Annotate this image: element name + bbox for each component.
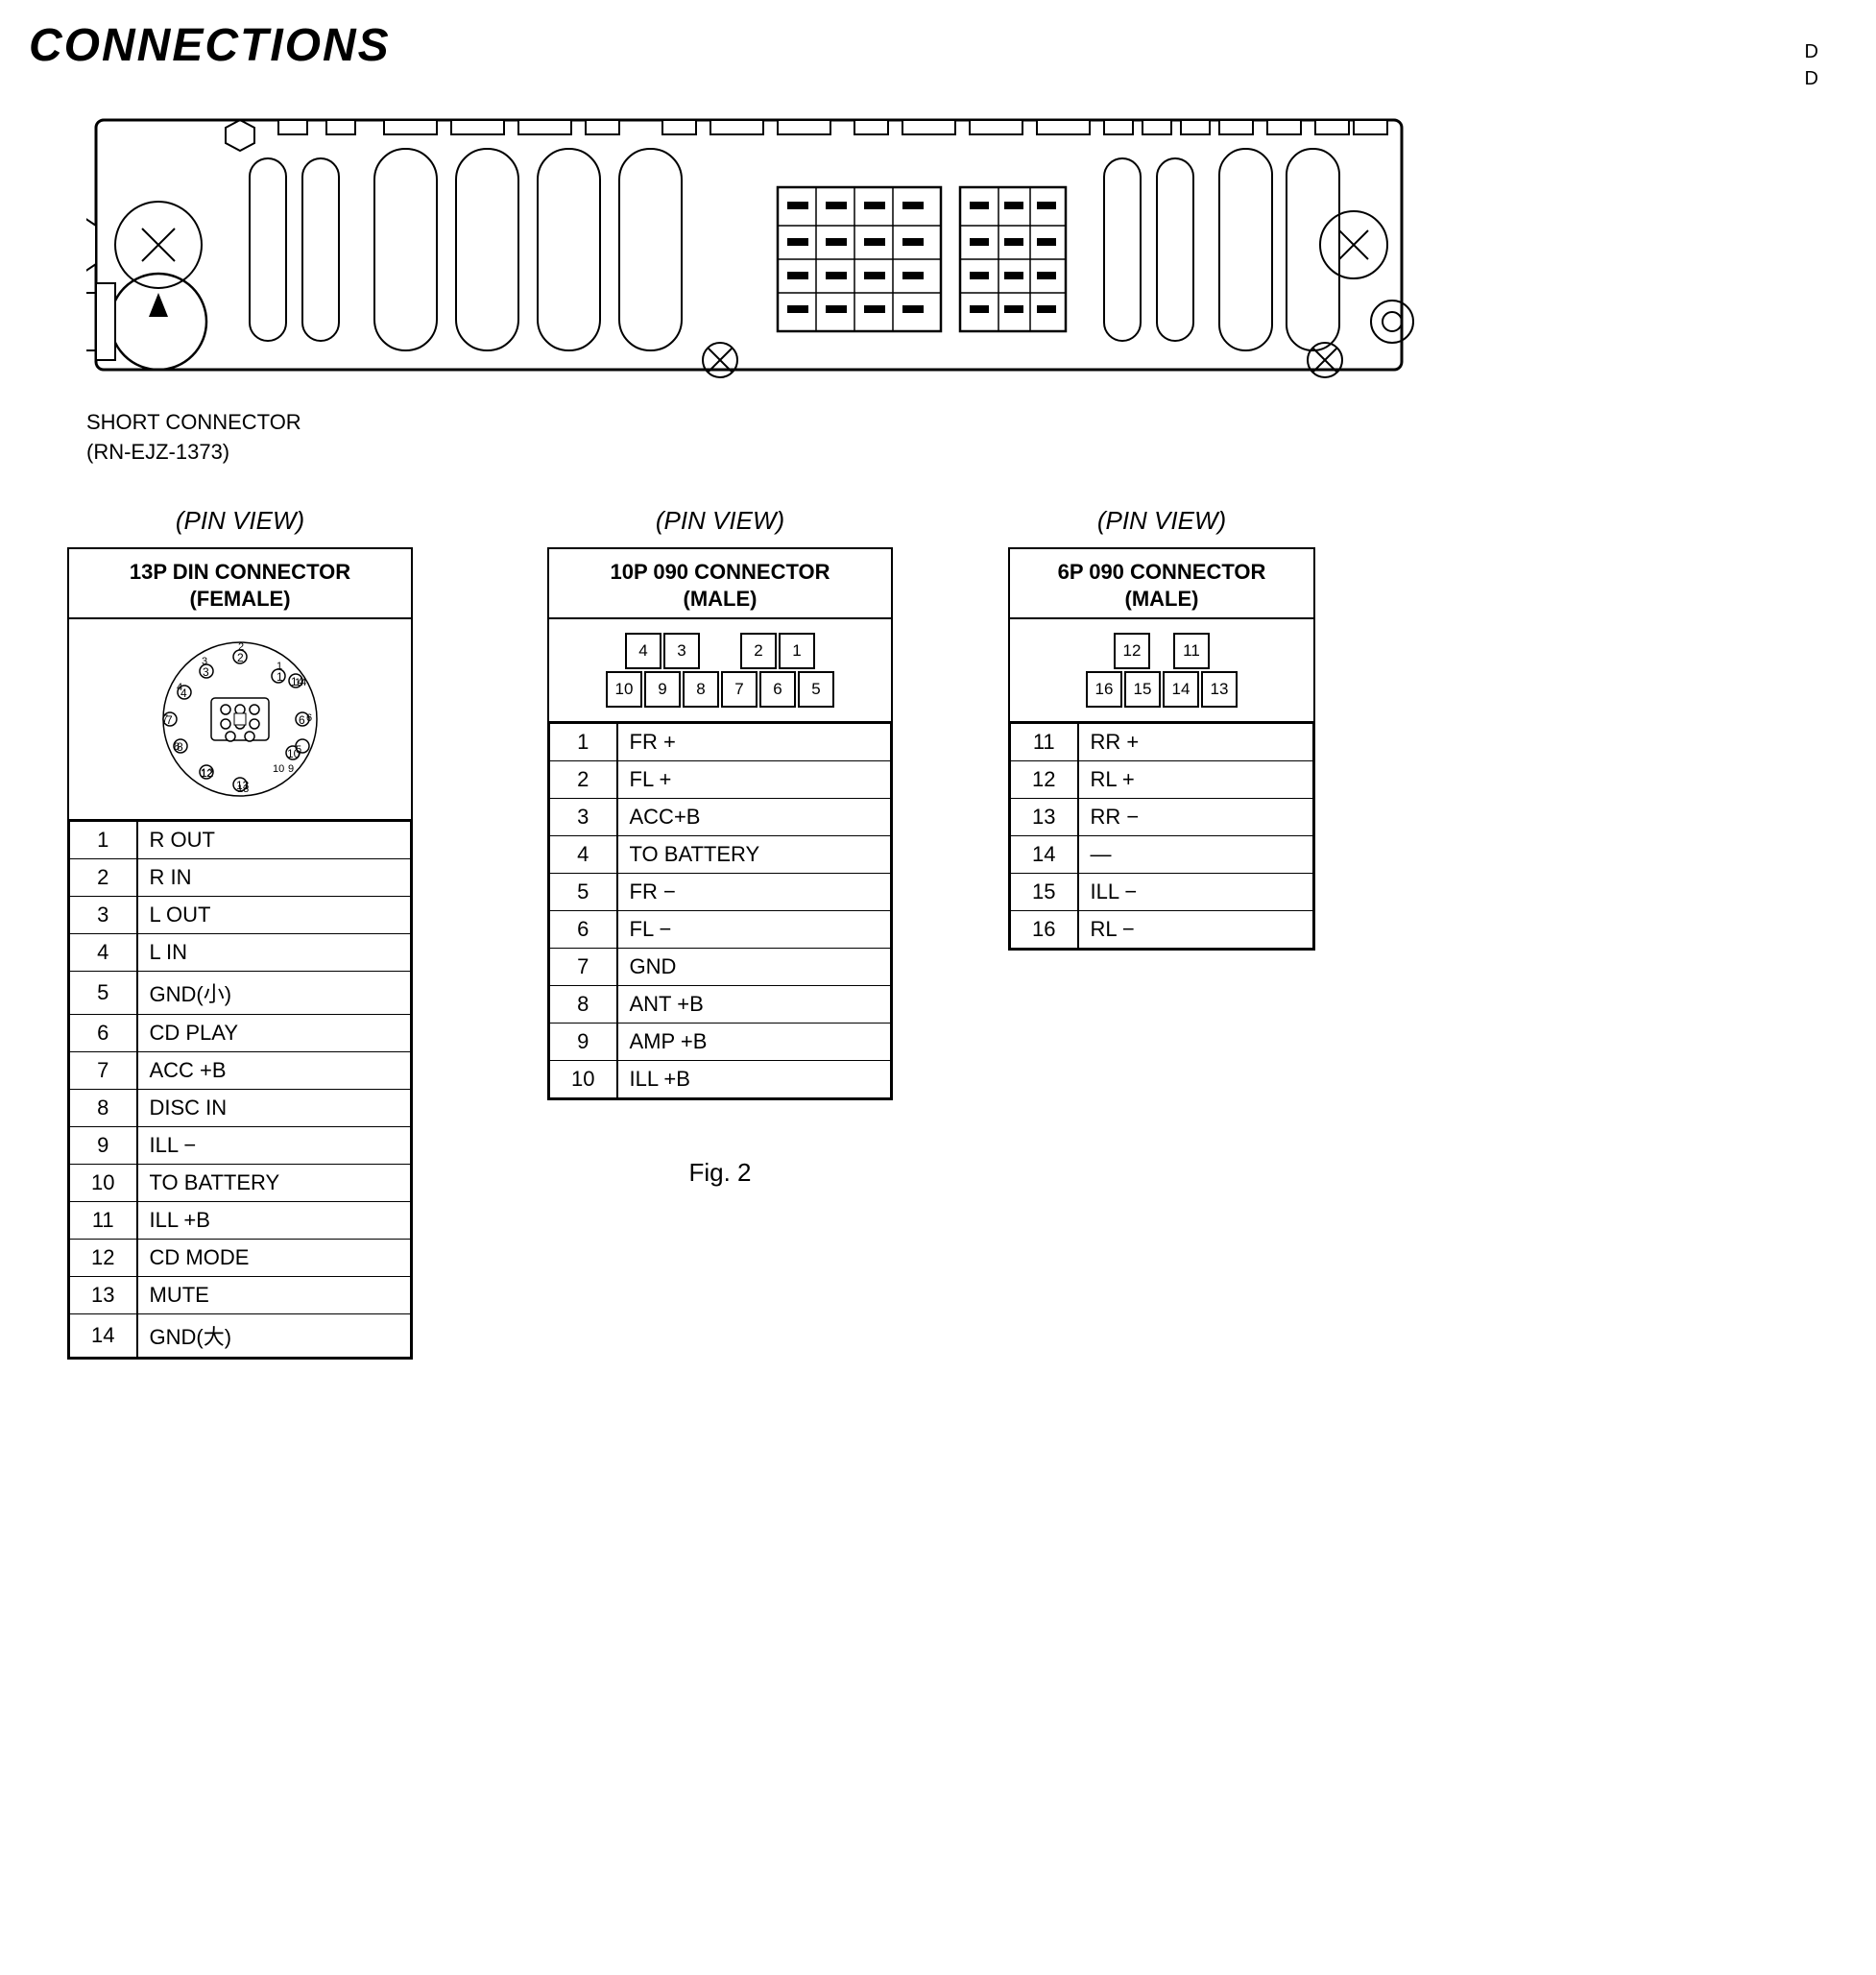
svg-text:14: 14 xyxy=(295,677,306,688)
table-row: 13MUTE xyxy=(70,1276,411,1313)
pin-cell: 10 xyxy=(606,671,642,708)
table-row: 10ILL +B xyxy=(550,1060,891,1097)
table-row: 13RR − xyxy=(1011,798,1313,835)
table-row: 3L OUT xyxy=(70,896,411,933)
pin-table-13p: 1R OUT 2R IN 3L OUT 4L IN 5GND(小) 6CD PL… xyxy=(69,821,411,1358)
svg-text:12: 12 xyxy=(201,768,212,780)
ten-p-pin-diagram: 4 3 2 1 10 9 8 7 6 5 xyxy=(606,633,834,708)
pin-cell: 16 xyxy=(1086,671,1122,708)
svg-text:1: 1 xyxy=(277,670,283,684)
svg-text:5: 5 xyxy=(296,744,301,756)
table-row: 6FL − xyxy=(550,910,891,948)
pin-tables-row: (PIN VIEW) 13P DIN CONNECTOR(FEMALE) 1 2 xyxy=(29,506,1847,1360)
connector-diagram-10p: 4 3 2 1 10 9 8 7 6 5 xyxy=(549,619,891,723)
pin-view-label-6p: (PIN VIEW) xyxy=(1097,506,1226,536)
top-right-note: DD xyxy=(1805,38,1818,92)
pin-cell: 7 xyxy=(721,671,758,708)
pin-cell: 4 xyxy=(625,633,661,669)
table-row: 8DISC IN xyxy=(70,1089,411,1126)
table-row: 7ACC +B xyxy=(70,1051,411,1089)
pin-cell: 2 xyxy=(740,633,777,669)
svg-text:6: 6 xyxy=(306,712,312,724)
table-row: 16RL − xyxy=(1011,910,1313,948)
pin-cell: 11 xyxy=(1173,633,1210,669)
pin-table-6p: 11RR + 12RL + 13RR − 14— 15ILL − 16RL − xyxy=(1010,723,1313,949)
pin-section-10p: (PIN VIEW) 10P 090 CONNECTOR(MALE) 4 3 2… xyxy=(547,506,893,1188)
connector-title-6p: 6P 090 CONNECTOR(MALE) xyxy=(1010,549,1313,619)
pin-cell: 14 xyxy=(1163,671,1199,708)
svg-text:13: 13 xyxy=(237,783,249,795)
connector-box-10p: 10P 090 CONNECTOR(MALE) 4 3 2 1 10 9 xyxy=(547,547,893,1100)
table-row: 5GND(小) xyxy=(70,971,411,1014)
table-row: 9ILL − xyxy=(70,1126,411,1164)
table-row: 14— xyxy=(1011,835,1313,873)
svg-text:2: 2 xyxy=(237,651,244,664)
table-row: 6CD PLAY xyxy=(70,1014,411,1051)
pin-cell: 5 xyxy=(798,671,834,708)
fig-label: Fig. 2 xyxy=(688,1158,751,1188)
svg-text:2: 2 xyxy=(238,641,244,653)
pin-cell: 15 xyxy=(1124,671,1161,708)
pin-section-6p: (PIN VIEW) 6P 090 CONNECTOR(MALE) 12 11 … xyxy=(1008,506,1315,951)
pin-view-label-10p: (PIN VIEW) xyxy=(656,506,784,536)
pin-cell: 9 xyxy=(644,671,681,708)
connector-box-6p: 6P 090 CONNECTOR(MALE) 12 11 16 15 14 13 xyxy=(1008,547,1315,951)
page-title: CONNECTIONS xyxy=(29,19,1847,72)
connector-title-10p: 10P 090 CONNECTOR(MALE) xyxy=(549,549,891,619)
six-p-pin-diagram: 12 11 16 15 14 13 xyxy=(1086,633,1238,708)
pin-view-label-13p: (PIN VIEW) xyxy=(176,506,304,536)
table-row: 11ILL +B xyxy=(70,1201,411,1239)
pin-section-13p: (PIN VIEW) 13P DIN CONNECTOR(FEMALE) 1 2 xyxy=(67,506,413,1360)
svg-text:10: 10 xyxy=(273,763,284,775)
pin-cell: 6 xyxy=(759,671,796,708)
table-row: 12RL + xyxy=(1011,760,1313,798)
table-row: 5FR − xyxy=(550,873,891,910)
table-row: 4TO BATTERY xyxy=(550,835,891,873)
table-row: 1R OUT xyxy=(70,821,411,858)
pin-cell xyxy=(1152,633,1171,669)
table-row: 11RR + xyxy=(1011,723,1313,760)
table-row: 4L IN xyxy=(70,933,411,971)
pin-cell: 1 xyxy=(779,633,815,669)
table-row: 7GND xyxy=(550,948,891,985)
table-row: 12CD MODE xyxy=(70,1239,411,1276)
pin-cell: 13 xyxy=(1201,671,1238,708)
pin-cell: 8 xyxy=(683,671,719,708)
table-row: 2R IN xyxy=(70,858,411,896)
svg-text:9: 9 xyxy=(288,763,294,775)
svg-text:4: 4 xyxy=(177,682,182,693)
connector-diagram-13p: 1 2 3 4 6 7 xyxy=(69,619,411,821)
svg-text:3: 3 xyxy=(203,665,209,679)
svg-text:3: 3 xyxy=(202,656,207,667)
connector-diagram-6p: 12 11 16 15 14 13 xyxy=(1010,619,1313,723)
table-row: 3ACC+B xyxy=(550,798,891,835)
svg-text:7: 7 xyxy=(162,713,168,725)
connector-title-13p: 13P DIN CONNECTOR(FEMALE) xyxy=(69,549,411,619)
table-row: 8ANT +B xyxy=(550,985,891,1023)
table-row: 1FR + xyxy=(550,723,891,760)
table-row: 2FL + xyxy=(550,760,891,798)
table-row: 9AMP +B xyxy=(550,1023,891,1060)
connector-box-13p: 13P DIN CONNECTOR(FEMALE) 1 2 xyxy=(67,547,413,1360)
table-row: 14GND(大) xyxy=(70,1313,411,1357)
pin-table-10p: 1FR + 2FL + 3ACC+B 4TO BATTERY 5FR − 6FL… xyxy=(549,723,891,1098)
short-connector-label: SHORT CONNECTOR(RN-EJZ-1373) xyxy=(86,408,1847,468)
device-illustration xyxy=(86,101,1431,398)
pin-cell xyxy=(702,633,738,669)
svg-text:6: 6 xyxy=(299,713,305,727)
pin-cell: 12 xyxy=(1114,633,1150,669)
svg-text:1: 1 xyxy=(277,661,282,672)
svg-text:8: 8 xyxy=(174,741,180,753)
pin-cell: 3 xyxy=(663,633,700,669)
table-row: 15ILL − xyxy=(1011,873,1313,910)
table-row: 10TO BATTERY xyxy=(70,1164,411,1201)
